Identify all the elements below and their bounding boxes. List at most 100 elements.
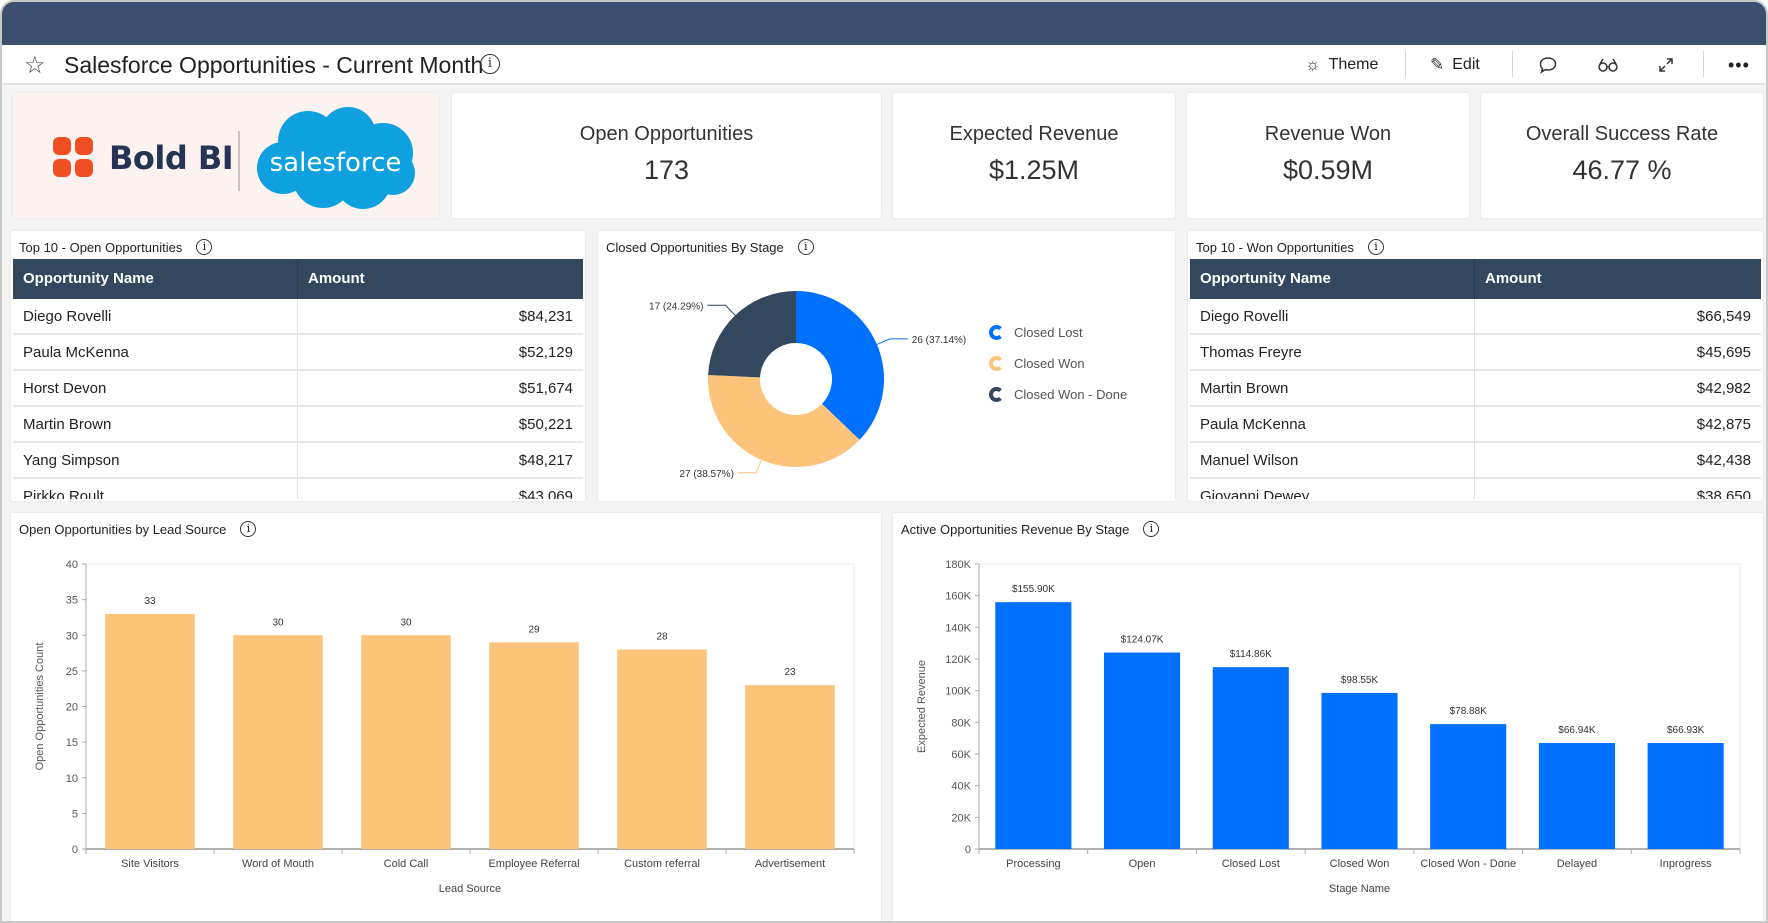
y-tick-label: 100K [945, 686, 971, 698]
boldbi-mark-icon [53, 137, 95, 179]
column-header-amount[interactable]: Amount [298, 259, 583, 299]
column-header-amount[interactable]: Amount [1475, 259, 1761, 299]
table-header: Opportunity Name Amount [1190, 259, 1761, 299]
bar-cold-call[interactable] [361, 635, 451, 849]
cell-amount: $45,695 [1696, 344, 1751, 361]
y-tick-label: 60K [951, 749, 971, 761]
table-row[interactable]: Pirkko Roult $43,069 [13, 479, 583, 499]
boldbi-wordmark: Bold BI [109, 139, 234, 177]
x-tick-label: Closed Lost [1222, 858, 1280, 870]
more-options-button[interactable]: ••• [1728, 53, 1750, 77]
table-row[interactable]: Thomas Freyre $45,695 [1190, 335, 1761, 371]
sun-icon: ☼ [1305, 55, 1321, 74]
theme-button[interactable]: ☼ Theme [1305, 53, 1378, 77]
table-row[interactable]: Martin Brown $42,982 [1190, 371, 1761, 407]
donut-data-label: 17 (24.29%) [649, 301, 703, 312]
y-tick-label: 10 [66, 773, 78, 785]
info-icon[interactable]: i [480, 54, 500, 74]
bar-closed-lost[interactable] [1212, 667, 1289, 849]
edit-button[interactable]: ✎ Edit [1430, 53, 1480, 77]
y-tick-label: 160K [945, 591, 971, 603]
favorite-star-icon[interactable]: ☆ [24, 51, 46, 80]
comment-icon [1539, 57, 1557, 74]
legend-item[interactable]: Closed Lost [989, 325, 1083, 340]
kpi-value: 173 [643, 155, 690, 185]
bar-open[interactable] [1104, 652, 1181, 849]
bar-data-label: $124.07K [1121, 635, 1164, 646]
logo-divider [238, 131, 240, 191]
table-row[interactable]: Diego Rovelli $84,231 [13, 299, 583, 335]
bar-word-of-mouth[interactable] [233, 635, 323, 849]
x-axis-title: Stage Name [1329, 883, 1390, 895]
kpi-revenue-won: Revenue Won $0.59M [1187, 93, 1469, 218]
y-tick-label: 20K [951, 812, 971, 824]
kpi-expected-revenue: Expected Revenue $1.25M [893, 93, 1175, 218]
legend-item[interactable]: Closed Won - Done [989, 387, 1127, 402]
widget-title: Top 10 - Won Opportunities [1196, 239, 1355, 255]
y-axis-title: Open Opportunities Count [34, 643, 46, 771]
table-row[interactable]: Yang Simpson $48,217 [13, 443, 583, 479]
x-tick-label: Site Visitors [121, 858, 179, 870]
table-row[interactable]: Horst Devon $51,674 [13, 371, 583, 407]
bar-delayed[interactable] [1538, 743, 1615, 849]
top-bar [2, 2, 1766, 45]
kpi-open-opportunities: Open Opportunities 173 [452, 93, 881, 218]
table-row[interactable]: Paula McKenna $52,129 [13, 335, 583, 371]
table-row[interactable]: Giovanni Dewey $38,650 [1190, 479, 1761, 499]
revenue-by-stage-widget: Active Opportunities Revenue By Stage i … [893, 513, 1763, 921]
x-axis-title: Lead Source [439, 883, 501, 895]
legend-item[interactable]: Closed Won [989, 356, 1085, 371]
bar-data-label: $114.86K [1230, 649, 1272, 660]
y-tick-label: 5 [72, 808, 78, 820]
fullscreen-button[interactable] [1658, 53, 1674, 77]
theme-label: Theme [1328, 56, 1379, 73]
legend-marker-icon [989, 325, 1004, 340]
bar-employee-referral[interactable] [489, 642, 579, 849]
cell-name: Thomas Freyre [1190, 335, 1475, 369]
table-row[interactable]: Martin Brown $50,221 [13, 407, 583, 443]
x-tick-label: Open [1129, 858, 1156, 870]
column-header-name[interactable]: Opportunity Name [13, 259, 298, 299]
bar-data-label: 30 [272, 617, 284, 628]
bar-closed-won-done[interactable] [1430, 724, 1507, 849]
cell-amount: $48,217 [518, 452, 573, 469]
kpi-title: Overall Success Rate [1525, 123, 1719, 145]
cell-amount: $66,549 [1696, 308, 1751, 325]
info-icon[interactable]: i [196, 239, 213, 255]
bar-advertisement[interactable] [745, 685, 835, 849]
table-row[interactable]: Paula McKenna $42,875 [1190, 407, 1761, 443]
y-tick-label: 120K [945, 654, 971, 666]
table-row[interactable]: Manuel Wilson $42,438 [1190, 443, 1761, 479]
widget-title: Top 10 - Open Opportunities [19, 239, 183, 255]
bar-data-label: $66.93K [1667, 725, 1705, 736]
edit-label: Edit [1452, 56, 1480, 73]
pencil-icon: ✎ [1430, 55, 1445, 74]
bar-data-label: 29 [528, 624, 540, 635]
salesforce-logo: salesforce [253, 103, 418, 213]
y-tick-label: 25 [66, 666, 78, 678]
boldbi-logo: Bold BI [53, 137, 234, 179]
table-row[interactable]: Diego Rovelli $66,549 [1190, 299, 1761, 335]
x-tick-label: Closed Won [1330, 858, 1390, 870]
logo-banner: Bold BI salesforce [13, 93, 439, 218]
x-tick-label: Word of Mouth [242, 858, 314, 870]
info-icon[interactable]: i [1368, 239, 1385, 255]
donut-label-connector [737, 459, 762, 474]
bar-closed-won[interactable] [1321, 692, 1398, 849]
table-header: Opportunity Name Amount [13, 259, 583, 299]
bar-custom-referral[interactable] [617, 649, 707, 850]
cell-amount: $38,650 [1696, 488, 1751, 499]
kpi-value: $0.59M [1282, 155, 1374, 185]
donut-chart: 26 (37.14%) 27 (38.57%) 17 (24.29%) [649, 291, 966, 480]
bar-inprogress[interactable] [1647, 743, 1724, 849]
donut-slice-closed-won-done[interactable] [708, 291, 796, 378]
bar-data-label: $66.94K [1558, 725, 1596, 736]
view-button[interactable] [1597, 53, 1619, 77]
comment-button[interactable] [1538, 53, 1558, 77]
cell-name: Pirkko Roult [13, 479, 298, 499]
toolbar-divider [1512, 51, 1513, 77]
column-header-name[interactable]: Opportunity Name [1190, 259, 1475, 299]
closed-opportunities-widget: Closed Opportunities By Stage i 26 (37.1… [598, 231, 1175, 501]
bar-processing[interactable] [995, 602, 1072, 849]
bar-site-visitors[interactable] [105, 613, 195, 849]
